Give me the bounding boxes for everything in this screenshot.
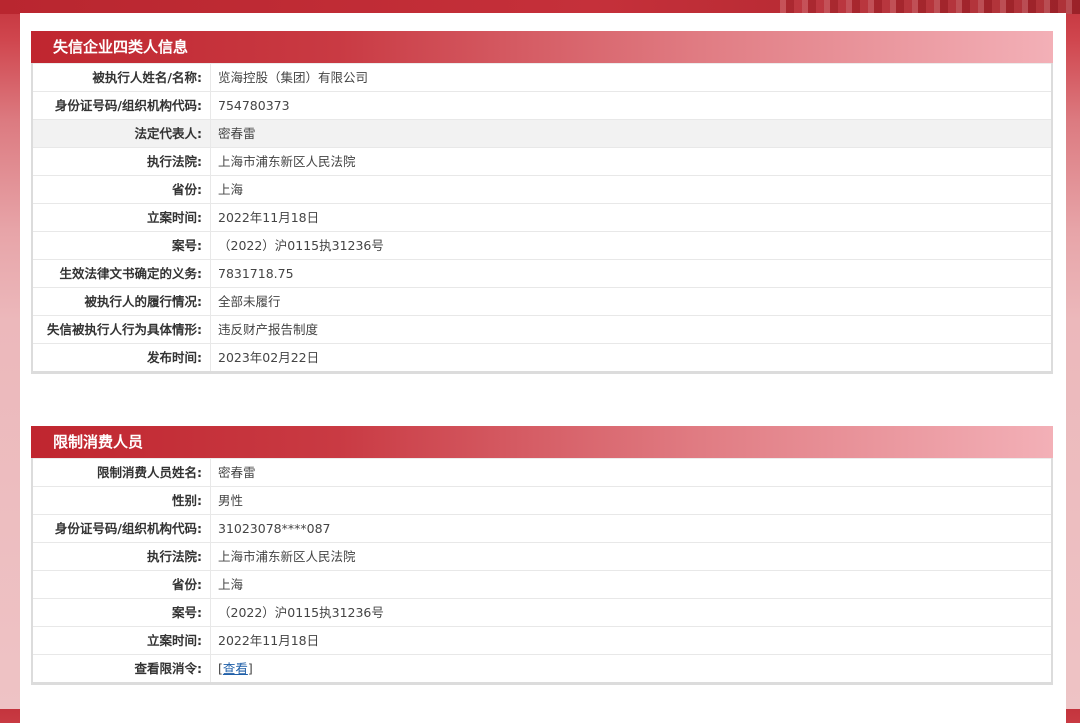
- table-row: 失信被执行人行为具体情形: 违反财产报告制度: [33, 315, 1051, 343]
- table-row: 生效法律文书确定的义务: 7831718.75: [33, 259, 1051, 287]
- row-label: 立案时间:: [33, 204, 211, 231]
- row-label: 案号:: [33, 599, 211, 626]
- content-panel: 失信企业四类人信息 被执行人姓名/名称: 览海控股（集团）有限公司 身份证号码/…: [20, 13, 1066, 723]
- info-table: 被执行人姓名/名称: 览海控股（集团）有限公司 身份证号码/组织机构代码: 75…: [31, 63, 1053, 374]
- row-label: 查看限消令:: [33, 655, 211, 682]
- table-row: 发布时间: 2023年02月22日: [33, 343, 1051, 371]
- table-row: 身份证号码/组织机构代码: 31023078****087: [33, 514, 1051, 542]
- consumption-restriction-section: 限制消费人员 限制消费人员姓名: 密春雷 性别: 男性 身份证号码/组织机构代码…: [31, 426, 1053, 685]
- row-value: 上海: [218, 577, 244, 592]
- row-value: 754780373: [218, 98, 290, 113]
- row-label: 生效法律文书确定的义务:: [33, 260, 211, 287]
- dishonest-info-section: 失信企业四类人信息 被执行人姓名/名称: 览海控股（集团）有限公司 身份证号码/…: [31, 31, 1053, 374]
- row-value: 2022年11月18日: [218, 633, 320, 648]
- table-row: 查看限消令: [查看]: [33, 654, 1051, 682]
- table-row: 执行法院: 上海市浦东新区人民法院: [33, 542, 1051, 570]
- banner-decoration: [780, 0, 1080, 14]
- row-label: 失信被执行人行为具体情形:: [33, 316, 211, 343]
- section-title: 限制消费人员: [31, 426, 1053, 458]
- row-value: 2023年02月22日: [218, 350, 320, 365]
- row-value: 上海: [218, 182, 244, 197]
- table-row: 省份: 上海: [33, 570, 1051, 598]
- info-table: 限制消费人员姓名: 密春雷 性别: 男性 身份证号码/组织机构代码: 31023…: [31, 458, 1053, 685]
- header-banner: [0, 0, 1080, 14]
- row-label: 立案时间:: [33, 627, 211, 654]
- row-label: 身份证号码/组织机构代码:: [33, 515, 211, 542]
- row-value: 密春雷: [218, 465, 256, 480]
- row-label: 发布时间:: [33, 344, 211, 371]
- table-row: 性别: 男性: [33, 486, 1051, 514]
- row-value: 全部未履行: [218, 294, 281, 309]
- row-label: 身份证号码/组织机构代码:: [33, 92, 211, 119]
- row-value: [查看]: [211, 655, 253, 682]
- row-value: 7831718.75: [218, 266, 294, 281]
- row-label: 案号:: [33, 232, 211, 259]
- link-bracket-close: ]: [247, 661, 253, 676]
- row-label: 性别:: [33, 487, 211, 514]
- row-value: 31023078****087: [218, 521, 331, 536]
- row-value: 密春雷: [218, 126, 256, 141]
- table-row: 限制消费人员姓名: 密春雷: [33, 458, 1051, 486]
- row-value: 男性: [218, 493, 244, 508]
- row-value: 上海市浦东新区人民法院: [218, 154, 356, 169]
- row-value: （2022）沪0115执31236号: [218, 605, 384, 620]
- row-label: 被执行人的履行情况:: [33, 288, 211, 315]
- table-row: 被执行人的履行情况: 全部未履行: [33, 287, 1051, 315]
- row-value: 上海市浦东新区人民法院: [218, 549, 356, 564]
- row-value: 违反财产报告制度: [218, 322, 319, 337]
- row-label: 法定代表人:: [33, 120, 211, 147]
- table-row: 立案时间: 2022年11月18日: [33, 626, 1051, 654]
- table-row: 执行法院: 上海市浦东新区人民法院: [33, 147, 1051, 175]
- row-value: 2022年11月18日: [218, 210, 320, 225]
- table-row: 案号: （2022）沪0115执31236号: [33, 598, 1051, 626]
- view-restriction-order-link[interactable]: 查看: [223, 661, 248, 676]
- table-row: 立案时间: 2022年11月18日: [33, 203, 1051, 231]
- table-row: 身份证号码/组织机构代码: 754780373: [33, 91, 1051, 119]
- row-label: 被执行人姓名/名称:: [33, 64, 211, 91]
- row-label: 限制消费人员姓名:: [33, 459, 211, 486]
- row-label: 省份:: [33, 571, 211, 598]
- table-row: 法定代表人: 密春雷: [33, 119, 1051, 147]
- row-value: （2022）沪0115执31236号: [218, 238, 384, 253]
- row-label: 省份:: [33, 176, 211, 203]
- row-value: 览海控股（集团）有限公司: [218, 70, 369, 85]
- section-title: 失信企业四类人信息: [31, 31, 1053, 63]
- table-row: 案号: （2022）沪0115执31236号: [33, 231, 1051, 259]
- table-row: 省份: 上海: [33, 175, 1051, 203]
- row-label: 执行法院:: [33, 148, 211, 175]
- row-label: 执行法院:: [33, 543, 211, 570]
- table-row: 被执行人姓名/名称: 览海控股（集团）有限公司: [33, 63, 1051, 91]
